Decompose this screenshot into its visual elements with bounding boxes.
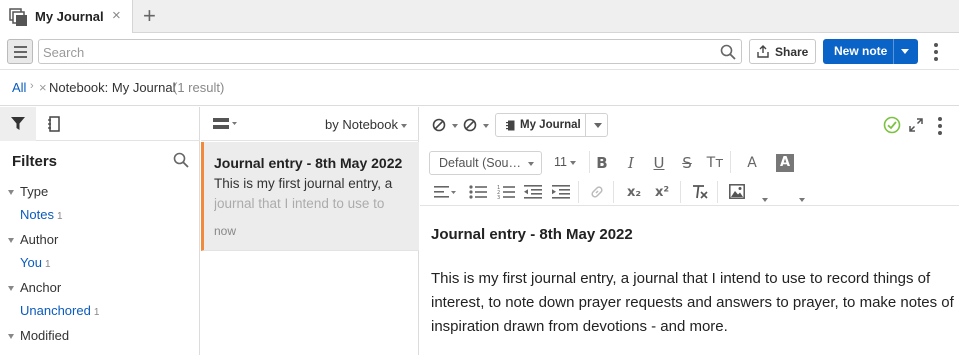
breadcrumb-separator: › <box>30 80 34 92</box>
new-note-label: New note <box>834 44 888 58</box>
highlight-color-icon[interactable]: A <box>776 154 794 172</box>
left-panel-tabs <box>0 107 200 141</box>
saved-check-icon <box>883 116 901 134</box>
chevron-down-icon[interactable] <box>799 198 805 202</box>
hamburger-menu-button[interactable] <box>7 39 33 64</box>
breadcrumb-all-link[interactable]: All <box>12 80 26 95</box>
italic-icon[interactable]: I <box>620 152 642 174</box>
note-snippet: This is my first journal entry, a journa… <box>214 176 393 211</box>
numbered-list-icon[interactable]: 1 2 3 <box>497 184 515 200</box>
tab-strip: My Journal × + <box>0 0 959 33</box>
breadcrumb: All › × Notebook: My Journal (1 result) <box>0 71 959 106</box>
expand-icon[interactable] <box>909 118 923 132</box>
format-toolbar: Default (Sou… 11 B I U S Tт A A 1 2 3 x₂… <box>420 143 959 206</box>
editor-header: My Journal <box>420 107 959 143</box>
new-note-button[interactable]: New note <box>823 39 918 64</box>
result-count: (1 result) <box>173 80 225 95</box>
notebook-selector[interactable]: My Journal <box>495 113 608 137</box>
more-options-icon[interactable] <box>934 43 938 61</box>
chevron-down-icon <box>8 334 14 340</box>
image-icon[interactable] <box>729 184 745 199</box>
search-icon[interactable] <box>173 152 189 168</box>
close-icon[interactable]: × <box>112 7 121 24</box>
underline-icon[interactable]: U <box>648 152 670 174</box>
tab-my-journal[interactable]: My Journal × <box>0 0 133 33</box>
main-toolbar: Share New note <box>0 34 959 70</box>
search-input[interactable] <box>43 43 713 61</box>
chevron-down-icon[interactable] <box>452 124 458 128</box>
filter-icon <box>11 117 25 130</box>
tab-title: My Journal <box>35 9 104 24</box>
no-tag-icon[interactable] <box>463 118 477 132</box>
sort-dropdown[interactable]: by Notebook <box>325 117 407 132</box>
font-color-icon[interactable]: A <box>741 152 763 174</box>
editor-content[interactable]: Journal entry - 8th May 2022 This is my … <box>420 207 959 355</box>
indent-icon[interactable] <box>552 185 570 199</box>
app-window: My Journal × + Share New note <box>0 0 959 355</box>
filter-item-unanchored[interactable]: Unanchored 1 <box>20 303 99 318</box>
text-case-icon[interactable]: Tт <box>704 152 726 174</box>
note-list-panel: by Notebook Journal entry - 8th May 2022… <box>201 107 419 355</box>
notebook-icon <box>48 116 60 132</box>
filters-heading: Filters <box>12 153 58 170</box>
share-icon <box>757 45 769 58</box>
remove-filter-icon[interactable]: × <box>39 80 47 95</box>
breadcrumb-notebook: Notebook: My Journal <box>49 80 176 95</box>
paragraph-style-select[interactable]: Default (Sou… <box>429 151 542 175</box>
new-note-dropdown-icon[interactable] <box>901 49 909 54</box>
chevron-down-icon[interactable] <box>594 123 602 128</box>
more-options-icon[interactable] <box>938 117 942 135</box>
subscript-icon[interactable]: x₂ <box>623 182 645 204</box>
hamburger-icon <box>14 46 27 48</box>
chevron-down-icon <box>8 286 14 292</box>
filter-item-notes[interactable]: Notes 1 <box>20 207 63 222</box>
document-title: Journal entry - 8th May 2022 <box>431 226 633 243</box>
editor-panel: My Journal Default (Sou… 11 B I U S Tт A <box>420 107 959 355</box>
outdent-icon[interactable] <box>524 185 542 199</box>
list-view-icon[interactable] <box>213 118 237 130</box>
tab-notebooks[interactable] <box>36 107 72 141</box>
add-tab-icon[interactable]: + <box>143 3 156 29</box>
chevron-down-icon <box>8 238 14 244</box>
notebook-icon <box>506 120 515 131</box>
chevron-down-icon[interactable] <box>483 124 489 128</box>
strikethrough-icon[interactable]: S <box>676 152 698 174</box>
chevron-down-icon <box>8 190 14 196</box>
filter-group-type[interactable]: Type <box>8 184 48 199</box>
filter-group-author[interactable]: Author <box>8 232 58 247</box>
search-icon[interactable] <box>720 44 736 60</box>
superscript-icon[interactable]: x² <box>651 182 673 204</box>
notes-stack-icon <box>9 8 27 26</box>
share-button[interactable]: Share <box>749 39 816 64</box>
link-icon[interactable] <box>590 185 604 199</box>
filter-item-you[interactable]: You 1 <box>20 255 51 270</box>
document-paragraph: This is my first journal entry, a journa… <box>431 270 954 335</box>
filter-group-anchor[interactable]: Anchor <box>8 280 61 295</box>
notebook-name: My Journal <box>520 119 581 131</box>
svg-text:3: 3 <box>497 195 500 200</box>
font-size-select[interactable]: 11 <box>554 155 576 169</box>
tab-filters[interactable] <box>0 107 36 141</box>
no-anchor-icon[interactable] <box>432 118 446 132</box>
align-left-icon[interactable] <box>434 185 456 199</box>
note-timestamp: now <box>214 224 237 238</box>
filters-panel: Filters Type Notes 1 Author You 1 Anchor U… <box>0 107 200 355</box>
list-item[interactable]: Journal entry - 8th May 2022 This is my … <box>201 142 419 251</box>
note-title: Journal entry - 8th May 2022 <box>214 155 403 171</box>
search-box <box>38 39 742 64</box>
share-label: Share <box>775 45 809 59</box>
note-list-header: by Notebook <box>201 107 419 141</box>
bullet-list-icon[interactable] <box>469 185 487 199</box>
clear-formatting-icon[interactable] <box>692 185 708 199</box>
bold-icon[interactable]: B <box>591 152 613 174</box>
chevron-down-icon[interactable] <box>762 198 768 202</box>
filter-group-modified[interactable]: Modified <box>8 328 69 343</box>
